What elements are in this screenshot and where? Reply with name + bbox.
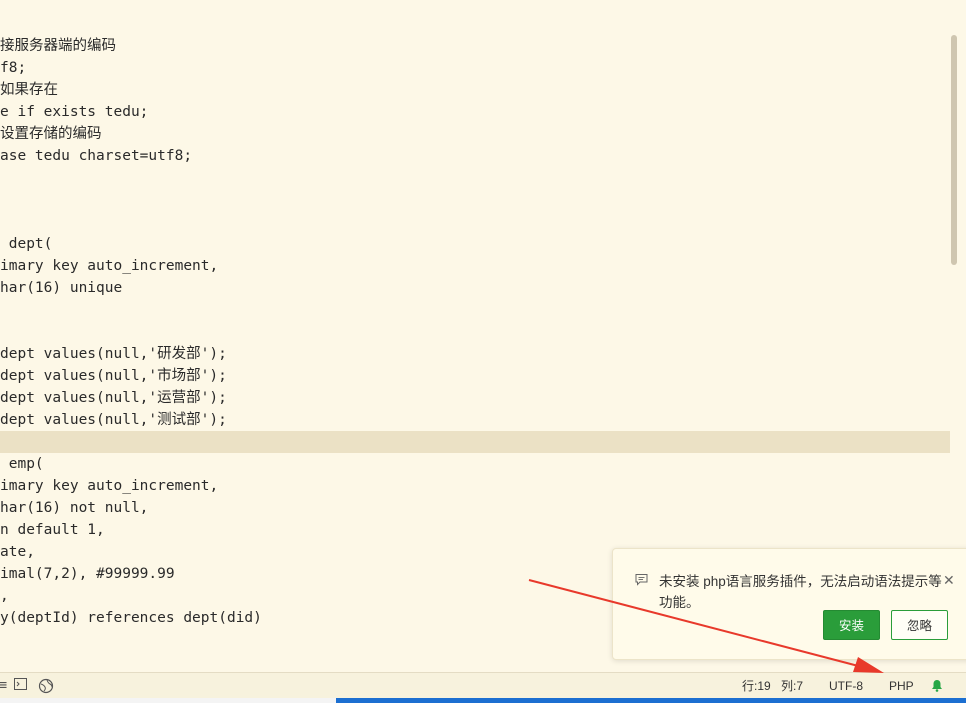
close-icon[interactable]: ✕ xyxy=(943,573,957,587)
code-line[interactable]: imary key auto_increment, xyxy=(0,475,958,497)
code-line[interactable]: 如果存在 xyxy=(0,79,958,101)
code-line[interactable]: dept values(null,'研发部'); xyxy=(0,343,958,365)
code-line[interactable]: dept( xyxy=(0,233,958,255)
code-line[interactable] xyxy=(0,167,958,189)
code-line[interactable]: e if exists tedu; xyxy=(0,101,958,123)
bell-icon[interactable] xyxy=(930,679,944,693)
code-line[interactable]: emp( xyxy=(0,453,958,475)
code-line[interactable]: f8; xyxy=(0,57,958,79)
code-line[interactable]: 接服务器端的编码 xyxy=(0,35,958,57)
code-line[interactable] xyxy=(0,211,958,233)
code-line[interactable]: dept values(null,'市场部'); xyxy=(0,365,958,387)
menu-icon[interactable]: ≡ xyxy=(0,678,8,694)
os-taskbar xyxy=(0,698,966,703)
terminal-icon[interactable] xyxy=(14,678,27,694)
code-line[interactable]: imary key auto_increment, xyxy=(0,255,958,277)
notification-message: 未安装 php语言服务插件，无法启动语法提示等功能。 xyxy=(659,574,942,610)
code-line[interactable] xyxy=(0,189,958,211)
code-line[interactable]: dept values(null,'运营部'); xyxy=(0,387,958,409)
taskbar-active-region xyxy=(336,698,966,703)
cursor-line-indicator[interactable]: 行:19 xyxy=(742,678,771,694)
globe-icon[interactable] xyxy=(38,678,54,694)
code-line[interactable]: har(16) unique xyxy=(0,277,958,299)
code-line[interactable]: n default 1, xyxy=(0,519,958,541)
encoding-selector[interactable]: UTF-8 xyxy=(829,678,863,694)
cursor-column-indicator[interactable]: 列:7 xyxy=(781,678,803,694)
comment-icon xyxy=(635,573,649,587)
code-line[interactable]: har(16) not null, xyxy=(0,497,958,519)
code-line[interactable]: ase tedu charset=utf8; xyxy=(0,145,958,167)
current-code-line[interactable] xyxy=(0,431,958,453)
install-button[interactable]: 安装 xyxy=(823,610,880,640)
language-mode-selector[interactable]: PHP xyxy=(889,678,914,694)
ignore-button[interactable]: 忽略 xyxy=(891,610,948,640)
code-line[interactable] xyxy=(0,321,958,343)
code-line[interactable]: dept values(null,'测试部'); xyxy=(0,409,958,431)
code-line[interactable]: 设置存储的编码 xyxy=(0,123,958,145)
status-bar: ≡ 行:19 列:7 UTF-8 PHP xyxy=(0,672,966,699)
code-line[interactable] xyxy=(0,299,958,321)
scrollbar-thumb[interactable] xyxy=(951,35,957,265)
plugin-notification: 未安装 php语言服务插件，无法启动语法提示等功能。 ✕ 安装 忽略 xyxy=(612,548,966,660)
